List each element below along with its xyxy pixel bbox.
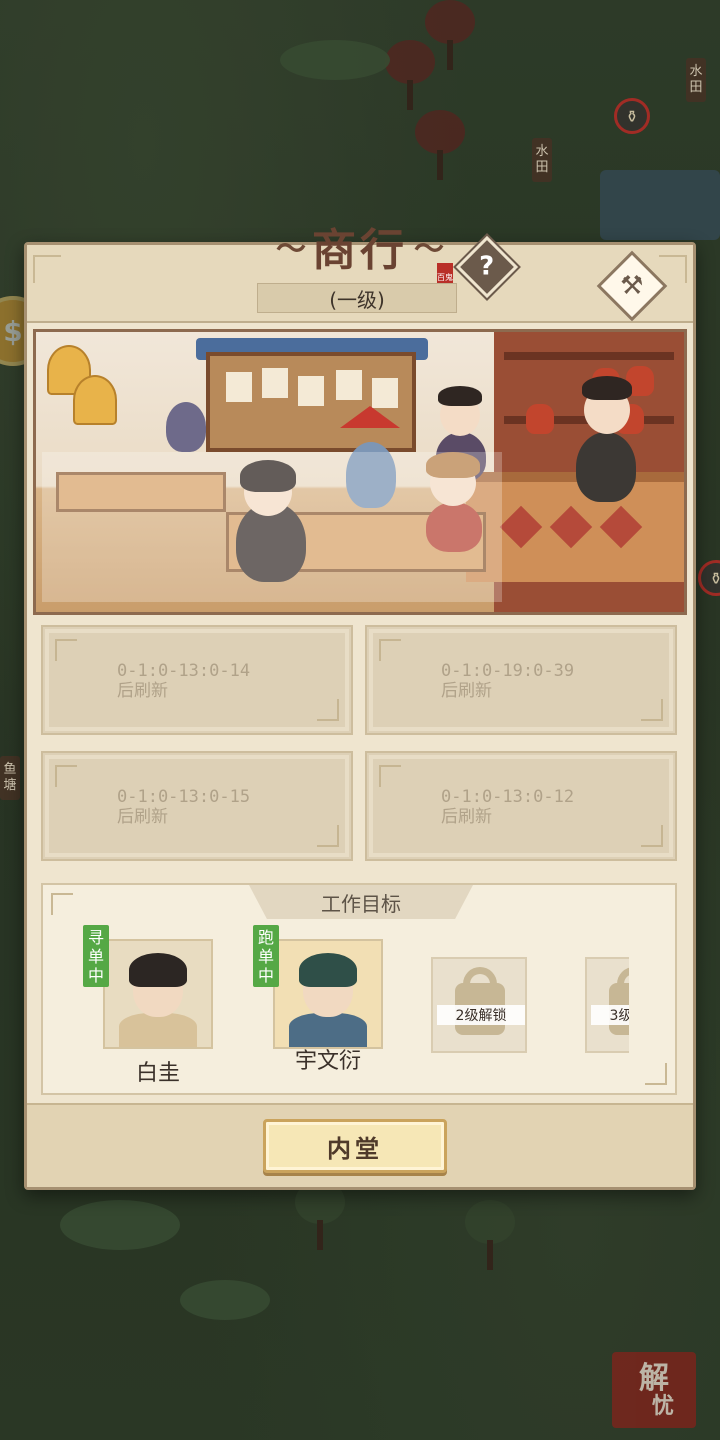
unlock-requirement: 2级解锁: [437, 1005, 525, 1025]
shop-illustration: [33, 329, 687, 615]
order-slot[interactable]: 0-1:0-19:0-39 后刷新: [365, 625, 677, 735]
level-label: (一级): [257, 283, 457, 313]
work-targets-section: 工作目标 寻单中 白圭 跑单中 宇文衍 2级解锁 3级: [41, 883, 677, 1095]
inner-hall-button[interactable]: 内堂: [263, 1119, 447, 1173]
section-title: 工作目标: [249, 885, 473, 919]
corner-ornament: [645, 1063, 667, 1085]
order-slot[interactable]: 0-1:0-13:0-12 后刷新: [365, 751, 677, 861]
refresh-countdown: 0-1:0-13:0-12 后刷新: [441, 787, 575, 827]
status-badge: 跑单中: [253, 925, 279, 987]
worker-name: 宇文衍: [294, 1049, 361, 1074]
order-slot[interactable]: 0-1:0-13:0-15 后刷新: [41, 751, 353, 861]
title-cloud-right-icon: 〜: [414, 232, 444, 267]
locked-slot[interactable]: 2级解锁: [431, 957, 527, 1053]
shop-panel: 〜 商行 〜 百鬼 ? ⚒ (一级) 0-1:0-13:0-14 后刷新 0-1…: [24, 225, 696, 1190]
avatar: [285, 947, 371, 1047]
hammer-icon: ⚒: [620, 271, 644, 301]
worker-card-baigui[interactable]: 寻单中 白圭: [83, 925, 213, 1085]
panel-header: 〜 商行 〜 百鬼 ? ⚒ (一级): [27, 225, 693, 323]
status-badge: 寻单中: [83, 925, 109, 987]
panel-footer: 内堂: [27, 1103, 693, 1187]
title-area: 〜 商行 〜: [27, 211, 693, 281]
order-slot[interactable]: 0-1:0-13:0-14 后刷新: [41, 625, 353, 735]
avatar: [115, 947, 201, 1047]
refresh-countdown: 0-1:0-19:0-39 后刷新: [441, 661, 575, 701]
locked-slot[interactable]: 3级解锁: [585, 957, 629, 1053]
question-icon: ?: [479, 252, 495, 282]
refresh-countdown: 0-1:0-13:0-15 后刷新: [117, 787, 251, 827]
title-cloud-left-icon: 〜: [276, 232, 306, 267]
worker-list[interactable]: 寻单中 白圭 跑单中 宇文衍 2级解锁 3级: [51, 925, 629, 1085]
unlock-requirement: 3级解锁: [591, 1005, 629, 1025]
worker-name: 白圭: [135, 1061, 180, 1085]
order-slots: 0-1:0-13:0-14 后刷新 0-1:0-19:0-39 后刷新 0-1:…: [41, 625, 677, 865]
corner-ornament: [51, 893, 73, 915]
page-title: 商行: [312, 225, 408, 276]
worker-card-yuwenyan[interactable]: 跑单中 宇文衍: [253, 925, 383, 1074]
wind-chime-icon: [73, 375, 117, 425]
refresh-countdown: 0-1:0-13:0-14 后刷新: [117, 661, 251, 701]
